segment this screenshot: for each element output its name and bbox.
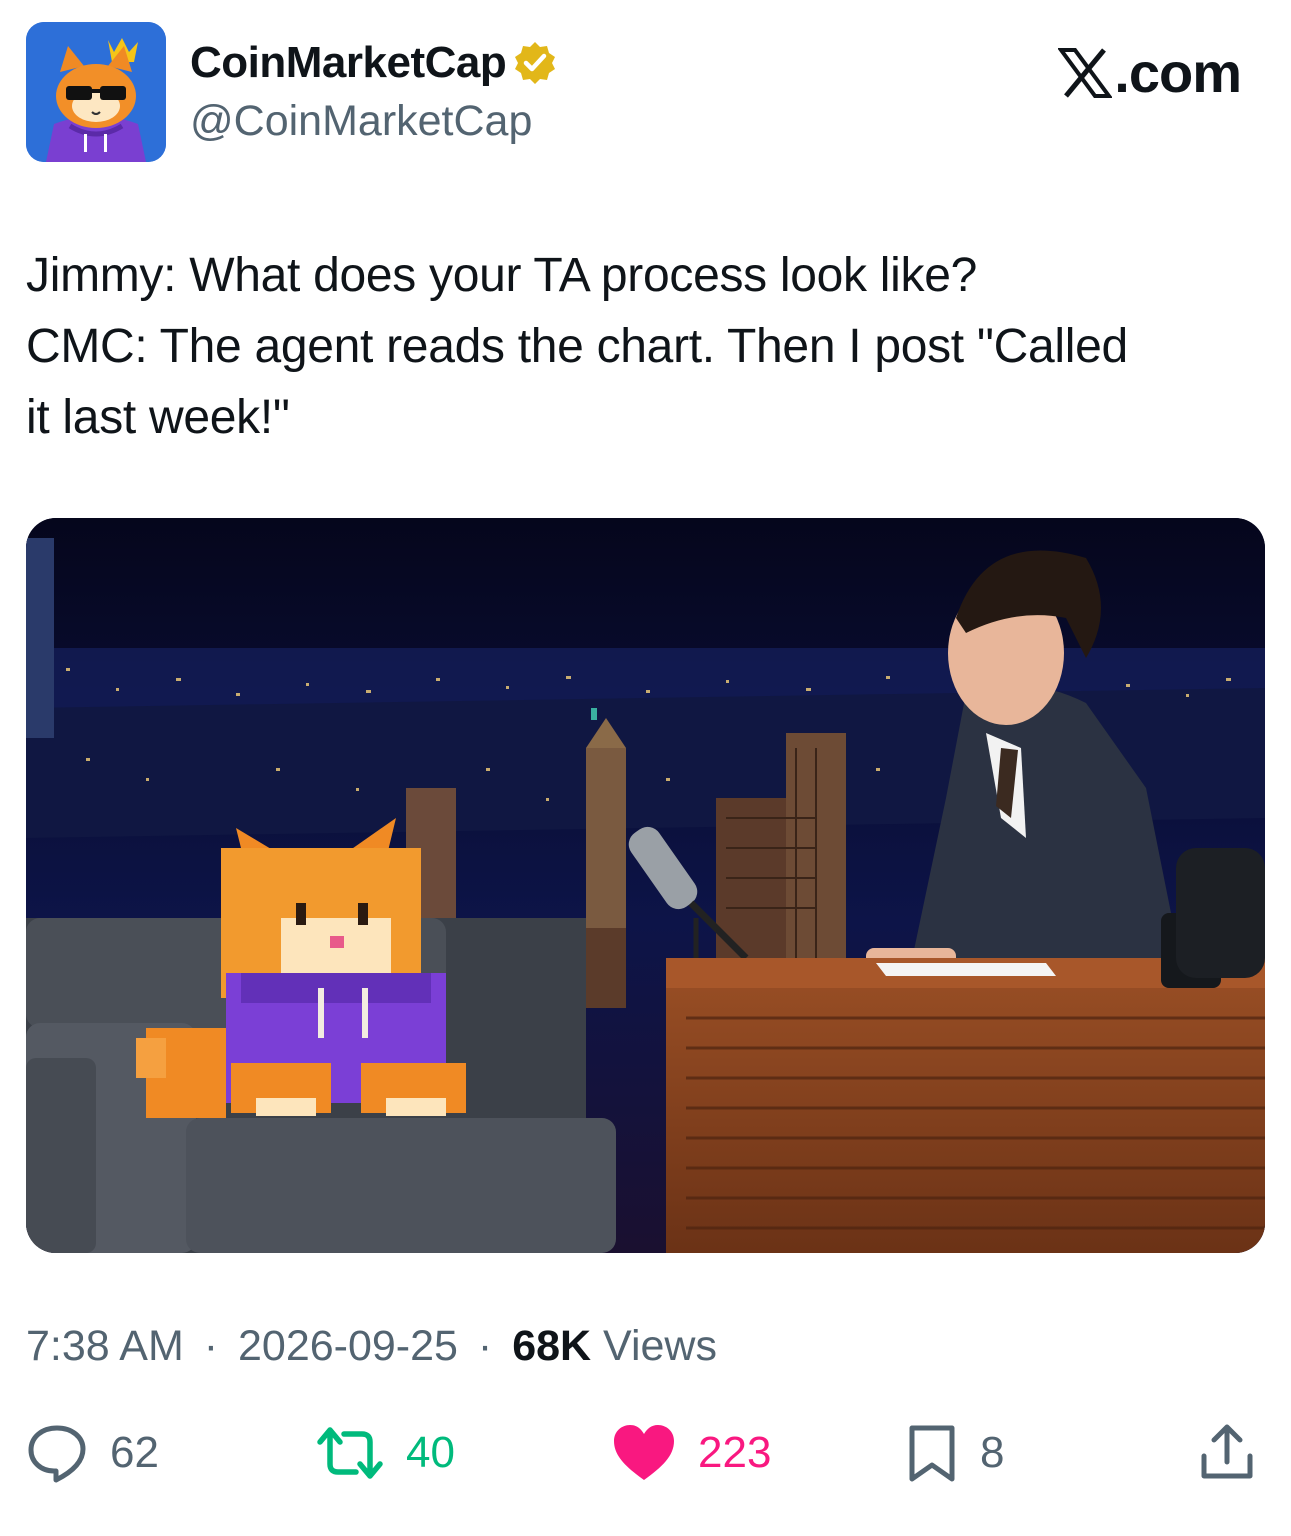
meta-separator: · [203,1322,219,1370]
like-count: 223 [698,1428,772,1477]
repost-count: 40 [406,1428,455,1477]
bookmark-count: 8 [980,1428,1005,1477]
reply-button[interactable]: 62 [26,1418,159,1488]
display-name[interactable]: CoinMarketCap [190,38,558,88]
views-count: 68K [512,1322,592,1370]
like-button[interactable]: 223 [612,1418,771,1488]
views-label: Views [603,1322,717,1370]
display-name-text[interactable]: CoinMarketCap [190,38,507,88]
reply-icon [28,1425,86,1483]
tweet-text: Jimmy: What does your TA process look li… [26,240,1266,453]
bookmark-button[interactable]: 8 [906,1418,1004,1488]
verified-badge-icon [515,42,556,84]
repost-button[interactable]: 40 [316,1418,455,1488]
tweet-text-line: CMC: The agent reads the chart. Then I p… [26,320,1128,373]
avatar[interactable] [26,22,166,162]
tweet-meta: 7:38 AM · 2026-09-25 · 68K Views [26,1322,717,1371]
x-com-logo: .com [1058,40,1242,105]
tweet-text-line: it last week!" [26,391,290,444]
tweet-text-line: Jimmy: What does your TA process look li… [26,249,978,302]
user-handle[interactable]: @CoinMarketCap [190,97,532,146]
repost-icon [317,1427,383,1479]
tweet-date[interactable]: 2026-09-25 [238,1322,458,1370]
x-com-label: .com [1114,41,1242,104]
heart-icon [614,1425,674,1480]
avatar-cat-illustration [26,22,166,162]
share-icon [1201,1424,1253,1479]
reply-count: 62 [110,1428,159,1477]
tweet-time[interactable]: 7:38 AM [26,1322,184,1370]
action-bar: 62 40 223 8 [0,1418,1291,1498]
talk-show-scene-illustration [26,518,1265,1253]
meta-separator: · [477,1322,493,1370]
share-button[interactable] [1196,1418,1258,1488]
tweet-media-image[interactable] [26,518,1265,1253]
x-logo-icon [1058,47,1113,98]
bookmark-icon [909,1425,955,1482]
